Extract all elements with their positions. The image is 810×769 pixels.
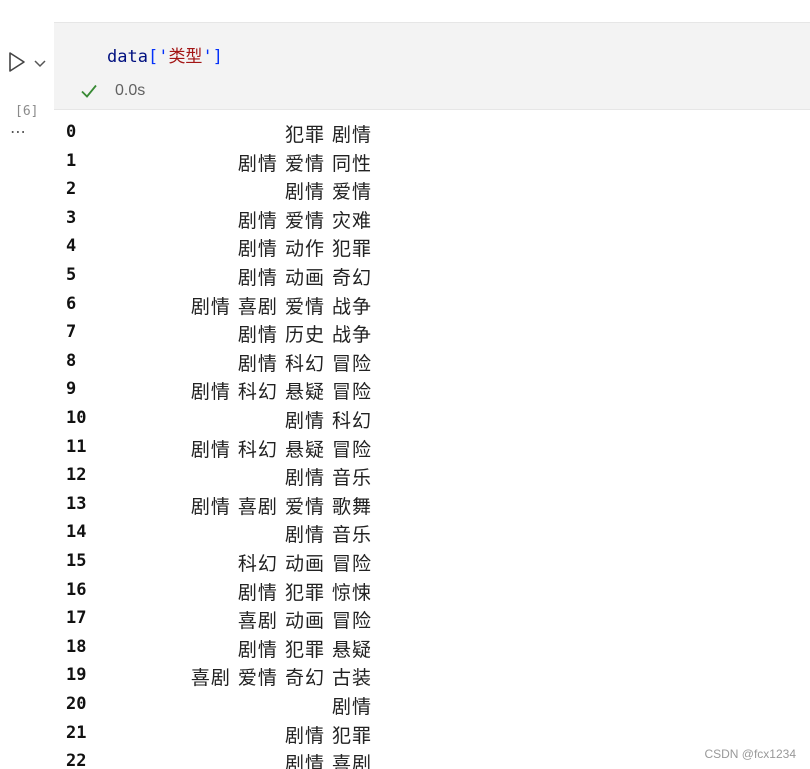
row-index: 9: [66, 379, 77, 400]
run-options-dropdown[interactable]: [33, 55, 47, 68]
run-cell-button[interactable]: [6, 50, 28, 74]
check-icon: [81, 84, 97, 98]
notebook-page: [6] data['类型'] 0.0s ⋯ 0 犯罪 剧情 1 剧情 爱情 同性 2 剧情…: [0, 0, 810, 769]
row-index: 2: [66, 179, 77, 200]
output-row: 9 剧情 科幻 悬疑 冒险: [0, 377, 500, 406]
row-value: 剧情 喜剧 爱情 战争: [190, 295, 372, 318]
output-row: 12 剧情 音乐: [0, 463, 500, 492]
row-value: 剧情 科幻 悬疑 冒险: [190, 381, 372, 404]
row-index: 7: [66, 322, 77, 343]
output-row: 17 喜剧 动画 冒险: [0, 606, 500, 635]
row-value: 剧情 犯罪 惊悚: [237, 581, 372, 604]
row-value: 剧情 科幻: [284, 410, 372, 432]
row-value: 剧情 喜剧: [284, 753, 372, 769]
code-line[interactable]: data['类型']: [107, 42, 223, 67]
output-row: 0 犯罪 剧情: [0, 120, 500, 149]
row-index: 8: [66, 350, 77, 371]
code-open-bracket: [': [147, 47, 169, 67]
output-row: 18 剧情 犯罪 悬疑: [0, 635, 500, 664]
row-value: 喜剧 爱情 奇幻 古装: [190, 667, 372, 690]
play-icon: [9, 52, 25, 72]
output-row: 21 剧情 犯罪: [0, 721, 500, 750]
row-value: 剧情 音乐: [284, 524, 372, 547]
output-row: 11 剧情 科幻 悬疑 冒险: [0, 435, 500, 464]
row-index: 21: [66, 722, 87, 743]
row-value: 喜剧 动画 冒险: [237, 610, 372, 633]
row-index: 14: [66, 522, 87, 543]
row-index: 20: [66, 694, 87, 714]
row-value: 科幻 动画 冒险: [237, 553, 372, 575]
output-row: 5 剧情 动画 奇幻: [0, 263, 500, 292]
output-row: 8 剧情 科幻 冒险: [0, 349, 500, 378]
row-value: 剧情 喜剧 爱情 歌舞: [190, 495, 372, 518]
row-value: 剧情 爱情 灾难: [237, 209, 372, 232]
output-row: 4 剧情 动作 犯罪: [0, 234, 500, 263]
row-value: 剧情 动画 奇幻: [237, 267, 372, 289]
row-index: 15: [66, 551, 87, 571]
row-index: 16: [66, 579, 87, 600]
code-cell-editor[interactable]: data['类型'] 0.0s: [54, 22, 810, 110]
row-index: 5: [66, 265, 77, 285]
output-row: 14 剧情 音乐: [0, 520, 500, 549]
row-index: 0: [66, 122, 77, 142]
output-row: 2 剧情 爱情: [0, 177, 500, 206]
row-index: 11: [66, 436, 87, 457]
watermark: CSDN @fcx1234: [704, 747, 796, 761]
row-index: 10: [66, 408, 87, 428]
output-row: 15 科幻 动画 冒险: [0, 549, 500, 578]
output-row: 22 剧情 喜剧: [0, 749, 500, 769]
output-row: 19 喜剧 爱情 奇幻 古装: [0, 663, 500, 692]
execution-status: 0.0s: [79, 80, 145, 102]
row-index: 3: [66, 207, 77, 228]
code-string-key: 类型: [168, 47, 203, 67]
row-value: 剧情 犯罪: [284, 724, 372, 747]
chevron-down-icon: [34, 60, 46, 68]
row-index: 4: [66, 236, 77, 257]
row-index: 6: [66, 293, 77, 314]
cell-gutter: [6]: [0, 22, 54, 119]
row-index: 17: [66, 608, 87, 629]
row-value: 剧情 爱情 同性: [237, 152, 372, 175]
row-value: 剧情 历史 战争: [237, 324, 372, 347]
code-variable: data: [107, 47, 148, 67]
row-value: 剧情: [331, 696, 372, 718]
row-index: 18: [66, 636, 87, 657]
output-row: 13 剧情 喜剧 爱情 歌舞: [0, 492, 500, 521]
row-value: 剧情 爱情: [284, 181, 372, 204]
output-row: 3 剧情 爱情 灾难: [0, 206, 500, 235]
row-index: 13: [66, 493, 87, 514]
row-value: 剧情 动作 犯罪: [237, 238, 372, 261]
output-row: 6 剧情 喜剧 爱情 战争: [0, 292, 500, 321]
row-value: 剧情 科幻 悬疑 冒险: [190, 438, 372, 461]
output-row: 1 剧情 爱情 同性: [0, 149, 500, 178]
row-index: 19: [66, 665, 87, 686]
code-close-bracket: ']: [202, 47, 223, 67]
row-value: 剧情 犯罪 悬疑: [237, 638, 372, 661]
row-value: 剧情 音乐: [284, 467, 372, 490]
row-value: 犯罪 剧情: [284, 124, 372, 146]
row-index: 22: [66, 751, 87, 769]
output-row: 10 剧情 科幻: [0, 406, 500, 435]
output-row: 16 剧情 犯罪 惊悚: [0, 578, 500, 607]
execution-duration: 0.0s: [115, 82, 146, 99]
row-index: 12: [66, 465, 87, 486]
execution-count: [6]: [15, 104, 39, 119]
row-index: 1: [66, 150, 77, 171]
row-value: 剧情 科幻 冒险: [237, 352, 372, 375]
output-row: 20 剧情: [0, 692, 500, 721]
output-row: 7 剧情 历史 战争: [0, 320, 500, 349]
